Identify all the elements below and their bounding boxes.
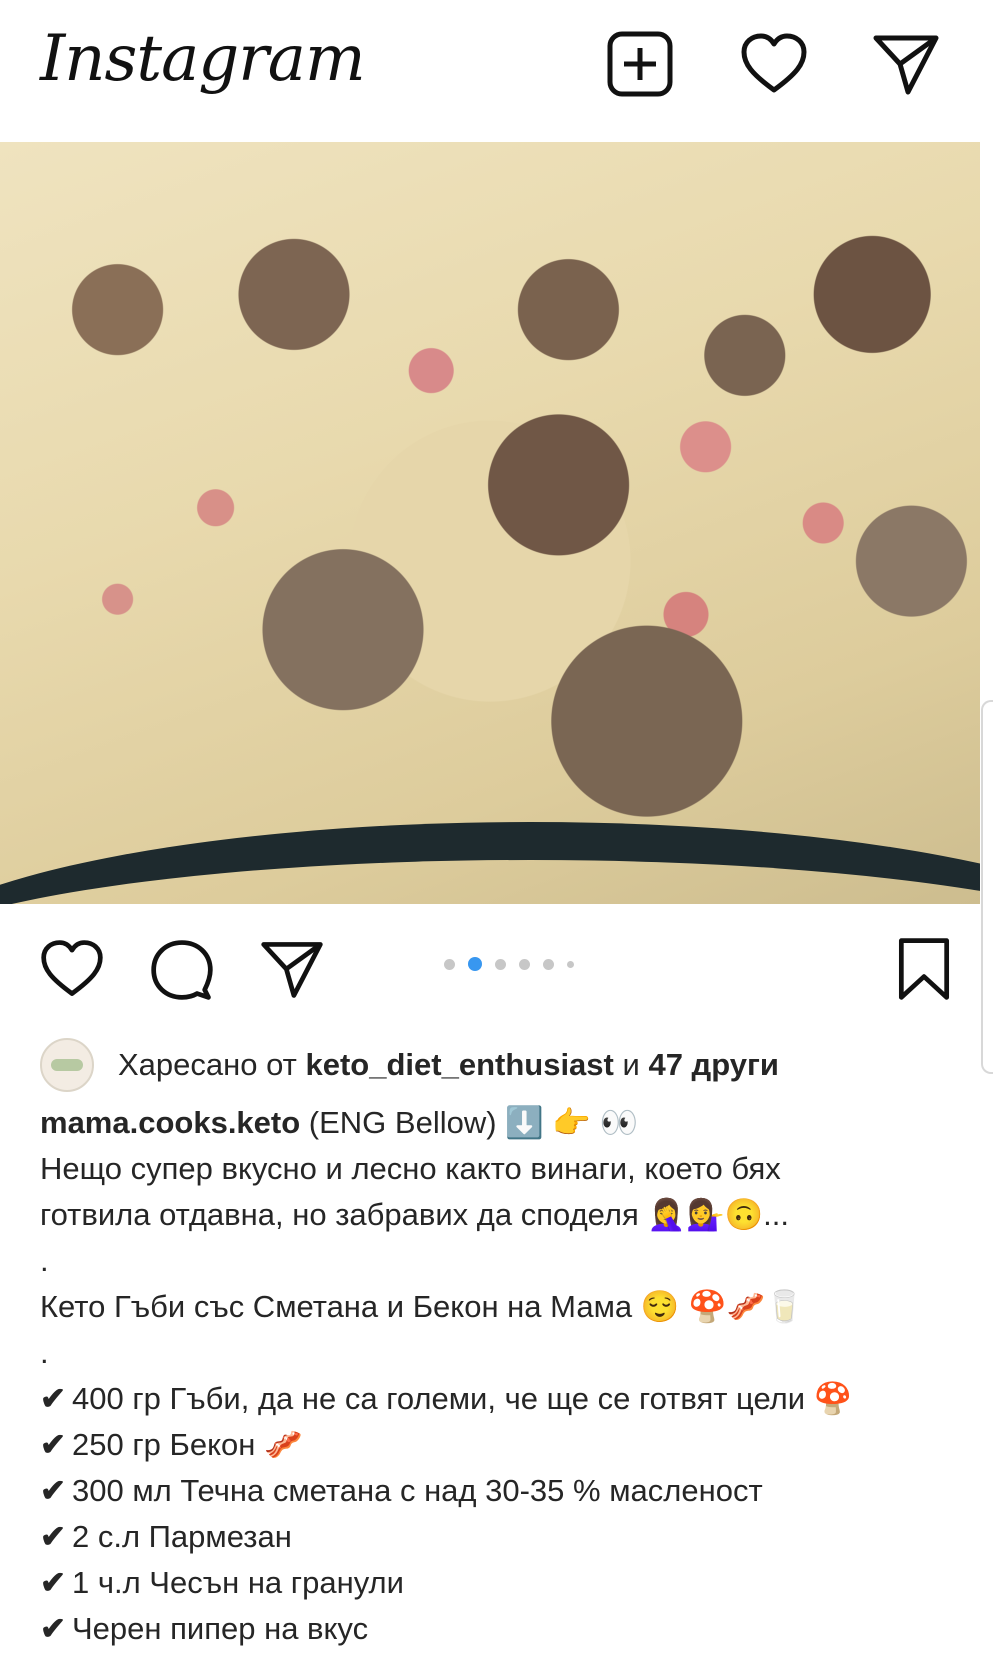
ingredient-text: 250 гр Бекон 🥓 — [71, 1427, 303, 1462]
caption-dot: . — [40, 1243, 49, 1278]
check-icon: ✔ — [40, 1565, 66, 1600]
carousel-dot — [567, 960, 574, 968]
save-bookmark-icon[interactable] — [890, 935, 958, 1003]
ingredient-text: 300 мл Течна сметана с над 30-35 % масле… — [71, 1473, 763, 1508]
ingredient-item: ✔ 400 гр Гъби, да не са големи, че ще се … — [40, 1376, 970, 1422]
ingredient-item: ✔ 300 мл Течна сметана с над 30-35 % масл… — [40, 1468, 970, 1514]
likes-prefix: Харесано от — [118, 1047, 297, 1082]
carousel-dot-active — [468, 957, 482, 971]
liker-avatar[interactable] — [40, 1038, 94, 1092]
post-caption: mama.cooks.keto (ENG Bellow) ⬇️ 👉 👀 Нещо… — [40, 1100, 970, 1652]
caption-first-line: (ENG Bellow) ⬇️ 👉 👀 — [308, 1105, 639, 1140]
carousel-dot — [495, 958, 506, 970]
caption-intro-line-1: Нещо супер вкусно и лесно както винаги, … — [40, 1151, 781, 1186]
top-bar: Instagram — [0, 0, 993, 140]
liker-username[interactable]: keto_diet_enthusiast — [306, 1047, 614, 1083]
ingredient-text: 400 гр Гъби, да не са големи, че ще се г… — [71, 1381, 853, 1416]
likes-summary[interactable]: Харесано от keto_diet_enthusiast и 47 др… — [40, 1038, 779, 1092]
direct-message-icon[interactable] — [870, 28, 942, 100]
share-icon[interactable] — [258, 935, 326, 1003]
check-icon: ✔ — [40, 1519, 66, 1554]
ingredient-text: 1 ч.л Чесън на гранули — [71, 1565, 404, 1600]
carousel-dot — [543, 958, 554, 970]
caption-intro-line-2: готвила отдавна, но забравих да споделя … — [40, 1197, 789, 1232]
check-icon: ✔ — [40, 1381, 66, 1416]
check-icon: ✔ — [40, 1611, 66, 1646]
ingredient-text: Черен пипер на вкус — [71, 1611, 369, 1646]
ingredient-item: ✔ 1 ч.л Чесън на гранули — [40, 1560, 970, 1606]
pan-rim — [0, 822, 980, 904]
ingredient-item: ✔ 2 с.л Пармезан — [40, 1514, 970, 1560]
heart-icon[interactable] — [738, 28, 810, 100]
caption-username[interactable]: mama.cooks.keto — [40, 1105, 300, 1140]
instagram-logo[interactable]: Instagram — [40, 22, 366, 96]
check-icon: ✔ — [40, 1473, 66, 1508]
carousel-dot — [444, 958, 455, 970]
new-post-icon[interactable] — [604, 28, 676, 100]
check-icon: ✔ — [40, 1427, 66, 1462]
caption-dot: . — [40, 1335, 49, 1370]
ingredient-text: 2 с.л Пармезан — [71, 1519, 292, 1554]
comment-icon[interactable] — [148, 935, 216, 1003]
likes-conj: и — [622, 1047, 640, 1082]
post-photo[interactable] — [0, 142, 980, 904]
carousel-indicator — [444, 957, 574, 971]
likes-others-count[interactable]: 47 други — [648, 1047, 779, 1083]
ingredient-item: ✔ Черен пипер на вкус — [40, 1606, 970, 1652]
carousel-dot — [519, 958, 530, 970]
like-icon[interactable] — [38, 935, 106, 1003]
caption-recipe-title: Кето Гъби със Сметана и Бекон на Мама 😌 … — [40, 1289, 804, 1324]
ingredient-item: ✔ 250 гр Бекон 🥓 — [40, 1422, 970, 1468]
